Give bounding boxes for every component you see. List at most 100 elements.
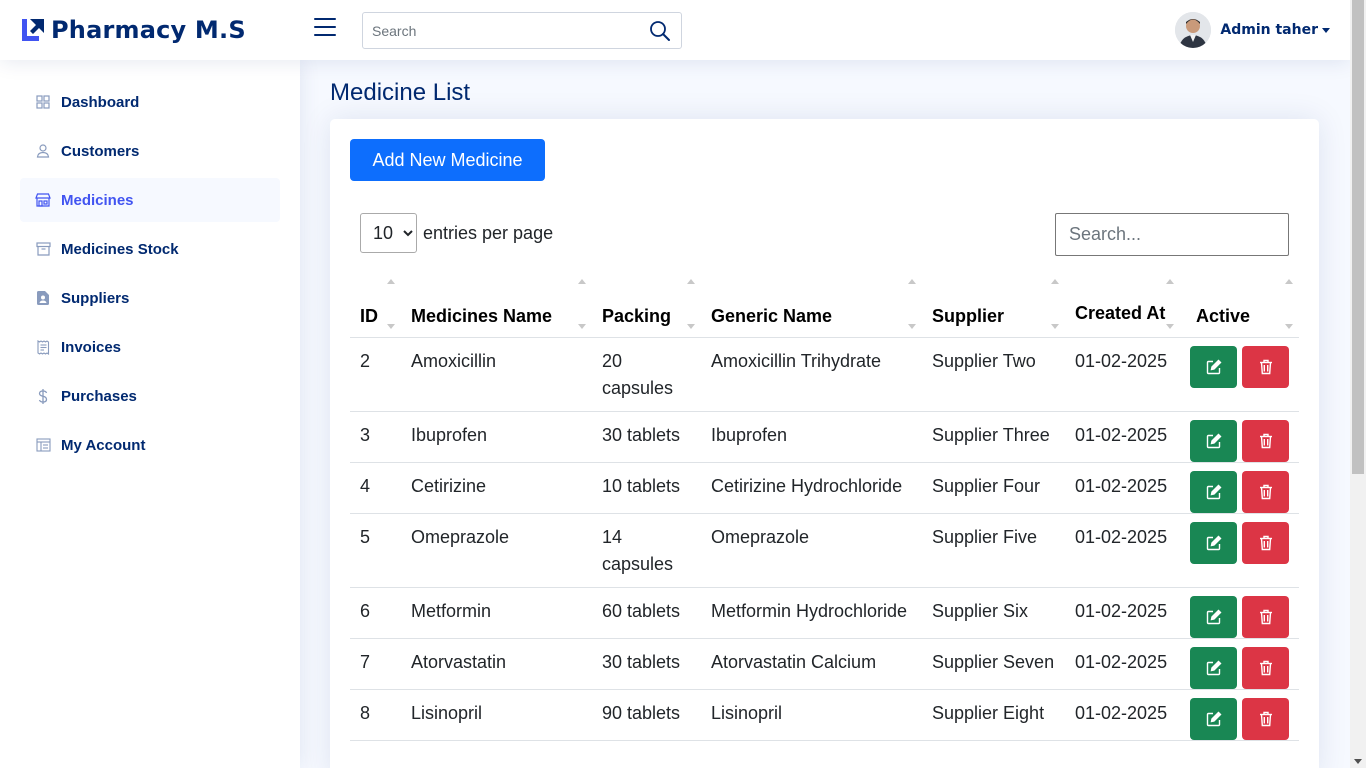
user-profile-dropdown[interactable]: Admin taher bbox=[1175, 12, 1330, 48]
trash-icon bbox=[1259, 433, 1273, 449]
table-body: 2 Amoxicillin 20 capsules Amoxicillin Trihy… bbox=[350, 337, 1299, 741]
delete-button[interactable] bbox=[1242, 419, 1289, 462]
dollar-icon bbox=[35, 388, 51, 404]
column-header-active[interactable]: Active bbox=[1180, 269, 1299, 338]
entries-per-page-select[interactable]: 10 bbox=[360, 213, 417, 253]
cell-created-at: 01-02-2025 bbox=[1065, 638, 1180, 690]
cell-id: 3 bbox=[350, 411, 401, 463]
cell-supplier: Supplier Five bbox=[922, 513, 1065, 588]
column-header-medicines-name[interactable]: Medicines Name bbox=[401, 269, 592, 338]
cell-created-at: 01-02-2025 bbox=[1065, 411, 1180, 463]
column-header-supplier[interactable]: Supplier bbox=[922, 269, 1065, 338]
edit-button[interactable] bbox=[1190, 470, 1237, 513]
cell-actions bbox=[1180, 587, 1299, 639]
cell-generic-name: Cetirizine Hydrochloride bbox=[701, 462, 922, 514]
sort-icon bbox=[387, 278, 395, 329]
cell-medicine-name: Omeprazole bbox=[401, 513, 592, 588]
delete-button[interactable] bbox=[1242, 595, 1289, 638]
sidebar-item-medicines[interactable]: Medicines bbox=[20, 178, 280, 222]
cell-actions bbox=[1180, 462, 1299, 514]
delete-button[interactable] bbox=[1242, 345, 1289, 388]
column-header-id[interactable]: ID bbox=[350, 269, 401, 338]
cell-supplier: Supplier Four bbox=[922, 462, 1065, 514]
sidebar-item-purchases[interactable]: Purchases bbox=[20, 374, 280, 418]
edit-icon bbox=[1206, 609, 1222, 625]
edit-button[interactable] bbox=[1190, 646, 1237, 689]
table-row: 6 Metformin 60 tablets Metformin Hydrochlor… bbox=[350, 587, 1299, 639]
sidebar-item-label: Purchases bbox=[61, 387, 137, 405]
edit-button[interactable] bbox=[1190, 697, 1237, 740]
cell-supplier: Supplier Two bbox=[922, 337, 1065, 412]
cell-id: 6 bbox=[350, 587, 401, 639]
search-icon[interactable] bbox=[649, 20, 671, 42]
edit-button[interactable] bbox=[1190, 521, 1237, 564]
edit-button[interactable] bbox=[1190, 595, 1237, 638]
table-row: 8 Lisinopril 90 tablets Lisinopril Supplier … bbox=[350, 689, 1299, 741]
medicine-table: ID Medicines Name Packing Generic Name S… bbox=[350, 269, 1299, 741]
add-new-medicine-button[interactable]: Add New Medicine bbox=[350, 139, 545, 181]
trash-icon bbox=[1259, 535, 1273, 551]
edit-button[interactable] bbox=[1190, 419, 1237, 462]
cell-packing: 20 capsules bbox=[592, 337, 701, 412]
cell-medicine-name: Amoxicillin bbox=[401, 337, 592, 412]
delete-button[interactable] bbox=[1242, 470, 1289, 513]
column-header-generic-name[interactable]: Generic Name bbox=[701, 269, 922, 338]
hamburger-menu-icon[interactable] bbox=[314, 18, 338, 42]
column-header-packing[interactable]: Packing bbox=[592, 269, 701, 338]
caret-down-icon bbox=[1322, 27, 1330, 33]
scrollbar-thumb[interactable] bbox=[1352, 0, 1364, 474]
cell-id: 4 bbox=[350, 462, 401, 514]
medicine-list-card: Add New Medicine 10 entries per page ID … bbox=[330, 119, 1319, 768]
sidebar-item-invoices[interactable]: Invoices bbox=[20, 325, 280, 369]
cell-id: 5 bbox=[350, 513, 401, 588]
cell-packing: 30 tablets bbox=[592, 638, 701, 690]
delete-button[interactable] bbox=[1242, 697, 1289, 740]
delete-button[interactable] bbox=[1242, 521, 1289, 564]
cell-actions bbox=[1180, 638, 1299, 690]
sidebar-item-my-account[interactable]: My Account bbox=[20, 423, 280, 467]
sort-icon bbox=[1051, 278, 1059, 329]
sidebar-item-dashboard[interactable]: Dashboard bbox=[20, 80, 280, 124]
column-header-created-at[interactable]: Created At bbox=[1065, 269, 1180, 338]
cell-packing: 30 tablets bbox=[592, 411, 701, 463]
cell-actions bbox=[1180, 337, 1299, 412]
table-row: 5 Omeprazole 14 capsules Omeprazole Supplier… bbox=[350, 513, 1299, 588]
person-icon bbox=[35, 143, 51, 159]
layout-icon bbox=[35, 437, 51, 453]
sidebar-item-label: Medicines Stock bbox=[61, 240, 179, 258]
cell-created-at: 01-02-2025 bbox=[1065, 689, 1180, 741]
scroll-down-arrow-icon[interactable] bbox=[1354, 759, 1362, 764]
cell-created-at: 01-02-2025 bbox=[1065, 337, 1180, 412]
sort-icon bbox=[1166, 278, 1174, 329]
table-search-input[interactable] bbox=[1055, 213, 1289, 256]
header-search-input[interactable] bbox=[363, 13, 633, 48]
trash-icon bbox=[1259, 660, 1273, 676]
cell-id: 2 bbox=[350, 337, 401, 412]
edit-button[interactable] bbox=[1190, 345, 1237, 388]
cell-actions bbox=[1180, 411, 1299, 463]
sort-icon bbox=[1285, 278, 1293, 329]
cell-created-at: 01-02-2025 bbox=[1065, 513, 1180, 588]
app-logo[interactable]: Pharmacy M.S bbox=[20, 14, 246, 46]
cell-medicine-name: Cetirizine bbox=[401, 462, 592, 514]
edit-icon bbox=[1206, 484, 1222, 500]
page-scrollbar[interactable] bbox=[1350, 0, 1366, 768]
edit-icon bbox=[1206, 535, 1222, 551]
trash-icon bbox=[1259, 359, 1273, 375]
sidebar-item-customers[interactable]: Customers bbox=[20, 129, 280, 173]
cell-packing: 14 capsules bbox=[592, 513, 701, 588]
logo-icon bbox=[22, 19, 44, 41]
entries-per-page: 10 entries per page bbox=[360, 213, 553, 253]
delete-button[interactable] bbox=[1242, 646, 1289, 689]
user-name: Admin taher bbox=[1220, 22, 1318, 38]
sidebar-item-label: Medicines bbox=[61, 191, 134, 209]
sidebar-item-suppliers[interactable]: Suppliers bbox=[20, 276, 280, 320]
archive-icon bbox=[35, 241, 51, 257]
sidebar-item-label: Dashboard bbox=[61, 93, 140, 111]
trash-icon bbox=[1259, 609, 1273, 625]
cell-actions bbox=[1180, 513, 1299, 588]
cell-generic-name: Lisinopril bbox=[701, 689, 922, 741]
top-header: Pharmacy M.S Admin taher bbox=[0, 0, 1350, 60]
sidebar-item-medicines-stock[interactable]: Medicines Stock bbox=[20, 227, 280, 271]
cell-generic-name: Omeprazole bbox=[701, 513, 922, 588]
